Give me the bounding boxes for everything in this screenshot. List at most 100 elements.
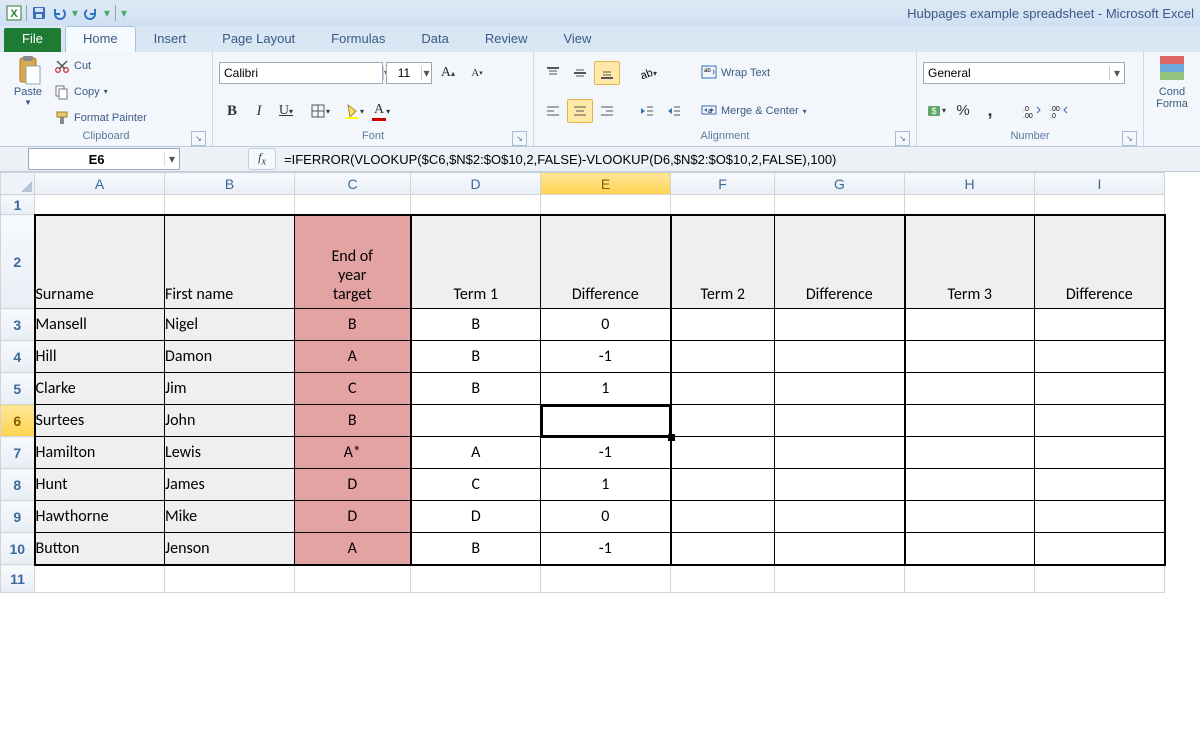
cell-H4[interactable] [905,341,1035,373]
column-header-I[interactable]: I [1035,173,1165,195]
row-header-7[interactable]: 7 [1,437,35,469]
fill-color-button[interactable]: ▾ [341,99,367,123]
chevron-down-icon[interactable]: ▾ [164,152,179,166]
cell-C3[interactable]: B [295,309,411,341]
decrease-decimal-icon[interactable]: .00.0 [1046,99,1072,123]
cell-G2[interactable]: Difference [775,215,905,309]
accounting-format-icon[interactable]: $▾ [923,99,949,123]
cell-H6[interactable] [905,405,1035,437]
column-header-B[interactable]: B [165,173,295,195]
font-size-combo[interactable]: ▾ [386,62,432,84]
cell-A9[interactable]: Hawthorne [35,501,165,533]
cell-E6[interactable] [541,405,671,437]
font-size-input[interactable] [387,66,421,80]
cell-E9[interactable]: 0 [541,501,671,533]
cell-F10[interactable] [671,533,775,565]
cell-D3[interactable]: B [411,309,541,341]
cell-I3[interactable] [1035,309,1165,341]
cell-E8[interactable]: 1 [541,469,671,501]
row-header-4[interactable]: 4 [1,341,35,373]
cell-B9[interactable]: Mike [165,501,295,533]
cell-B6[interactable]: John [165,405,295,437]
cell-C4[interactable]: A [295,341,411,373]
cell-B5[interactable]: Jim [165,373,295,405]
underline-button[interactable]: U ▾ [273,99,299,123]
cell-F7[interactable] [671,437,775,469]
cell-D10[interactable]: B [411,533,541,565]
number-format-combo[interactable]: ▾ [923,62,1125,84]
cell-B8[interactable]: James [165,469,295,501]
cell-B10[interactable]: Jenson [165,533,295,565]
cell-H5[interactable] [905,373,1035,405]
cell-I2[interactable]: Difference [1035,215,1165,309]
tab-review[interactable]: Review [467,26,546,52]
cell-G4[interactable] [775,341,905,373]
cell-A7[interactable]: Hamilton [35,437,165,469]
row-header-9[interactable]: 9 [1,501,35,533]
cell-E1[interactable] [541,195,671,215]
font-name-combo[interactable]: ▾ [219,62,383,84]
cell-G1[interactable] [775,195,905,215]
percent-button[interactable]: % [950,99,976,123]
cell-H9[interactable] [905,501,1035,533]
decrease-font-icon[interactable]: A▾ [464,61,490,85]
cell-F2[interactable]: Term 2 [671,215,775,309]
row-header-2[interactable]: 2 [1,215,35,309]
cell-F11[interactable] [671,565,775,593]
conditional-formatting-button[interactable]: Cond Forma [1150,54,1194,130]
cell-D8[interactable]: C [411,469,541,501]
cell-A4[interactable]: Hill [35,341,165,373]
row-header-6[interactable]: 6 [1,405,35,437]
column-header-E[interactable]: E [541,173,671,195]
align-right-icon[interactable] [594,99,620,123]
paste-button[interactable]: Paste ▼ [6,54,50,130]
bold-button[interactable]: B [219,99,245,123]
cell-G8[interactable] [775,469,905,501]
tab-file[interactable]: File [4,28,61,52]
cell-E7[interactable]: -1 [541,437,671,469]
cell-H11[interactable] [905,565,1035,593]
column-header-G[interactable]: G [775,173,905,195]
save-icon[interactable] [31,5,47,21]
cell-A8[interactable]: Hunt [35,469,165,501]
cell-C6[interactable]: B [295,405,411,437]
cell-H1[interactable] [905,195,1035,215]
cell-A1[interactable] [35,195,165,215]
cell-G6[interactable] [775,405,905,437]
cell-E2[interactable]: Difference [541,215,671,309]
align-middle-icon[interactable] [567,61,593,85]
cell-B3[interactable]: Nigel [165,309,295,341]
cell-B1[interactable] [165,195,295,215]
row-header-11[interactable]: 11 [1,565,35,593]
cell-D6[interactable] [411,405,541,437]
cell-C8[interactable]: D [295,469,411,501]
cell-I8[interactable] [1035,469,1165,501]
cell-A3[interactable]: Mansell [35,309,165,341]
cell-G9[interactable] [775,501,905,533]
cell-C9[interactable]: D [295,501,411,533]
align-center-icon[interactable] [567,99,593,123]
cell-I9[interactable] [1035,501,1165,533]
cell-H10[interactable] [905,533,1035,565]
cell-C11[interactable] [295,565,411,593]
cell-A6[interactable]: Surtees [35,405,165,437]
cell-H7[interactable] [905,437,1035,469]
cell-B4[interactable]: Damon [165,341,295,373]
cell-A11[interactable] [35,565,165,593]
cell-F9[interactable] [671,501,775,533]
column-header-H[interactable]: H [905,173,1035,195]
tab-home[interactable]: Home [65,26,136,52]
cell-E3[interactable]: 0 [541,309,671,341]
chevron-down-icon[interactable]: ▾ [1109,66,1124,80]
cell-C7[interactable]: A* [295,437,411,469]
cell-G5[interactable] [775,373,905,405]
undo-dropdown-icon[interactable]: ▾ [71,5,79,21]
column-header-F[interactable]: F [671,173,775,195]
font-dialog-launcher-icon[interactable]: ↘ [512,131,527,146]
increase-decimal-icon[interactable]: .0.00 [1019,99,1045,123]
fill-handle[interactable] [668,434,675,441]
row-header-8[interactable]: 8 [1,469,35,501]
merge-center-button[interactable]: a Merge & Center ▾ [697,100,811,122]
cell-H8[interactable] [905,469,1035,501]
cell-F3[interactable] [671,309,775,341]
